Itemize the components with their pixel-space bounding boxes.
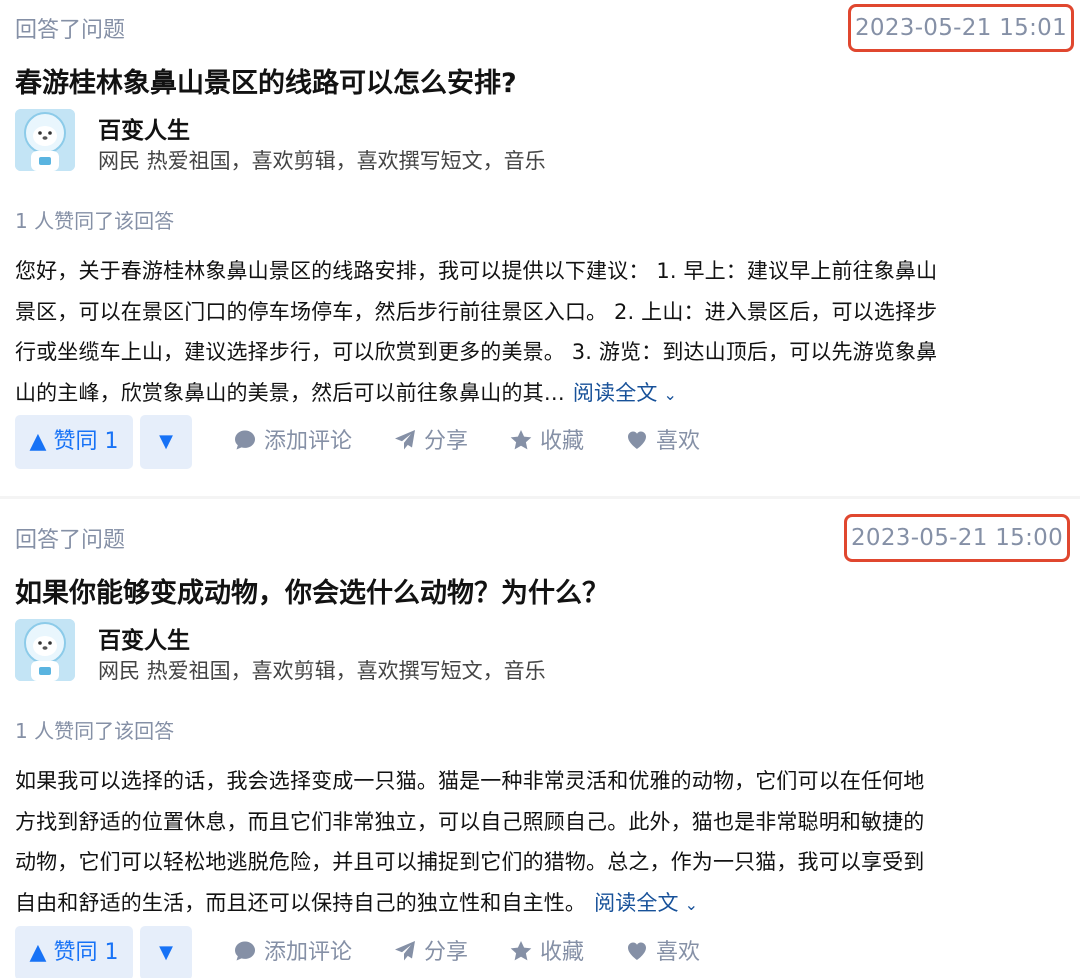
activity-label: 回答了问题 [15, 18, 126, 43]
star-icon [509, 419, 533, 450]
question-title[interactable]: 春游桂林象鼻山景区的线路可以怎么安排? [15, 61, 517, 100]
like-button[interactable]: 喜欢 [625, 926, 700, 978]
upvote-button[interactable]: ▲ 赞同 1 [15, 415, 133, 469]
heart-icon [625, 419, 649, 449]
excerpt-line: 动物，它们可以轻松地逃脱危险，并且可以捕捉到它们的猎物。总之，作为一只猫，我可以… [15, 850, 925, 874]
comment-icon [233, 419, 257, 450]
excerpt-text: 山的主峰，欣赏象鼻山的美景，然后可以前往象鼻山的其… [15, 380, 565, 405]
read-more-label: 阅读全文 [572, 380, 658, 405]
author-bio: 网民 热爱祖国，喜欢剪辑，喜欢撰写短文，音乐 [98, 659, 546, 683]
avatar[interactable] [15, 619, 75, 681]
activity-label: 回答了问题 [15, 528, 126, 553]
comment-label: 添加评论 [264, 940, 353, 965]
comment-label: 添加评论 [264, 429, 353, 454]
excerpt-line: 如果我可以选择的话，我会选择变成一只猫。猫是一种非常灵活和优雅的动物，它们可以在… [15, 769, 925, 793]
upvote-count-text: 1 人赞同了该回答 [15, 209, 175, 233]
read-more-label: 阅读全文 [594, 890, 679, 915]
avatar[interactable] [15, 109, 75, 171]
star-icon [509, 930, 533, 961]
like-label: 喜欢 [656, 429, 701, 454]
read-more-link[interactable]: 阅读全文 ⌄ [594, 891, 698, 915]
favorite-label: 收藏 [540, 940, 585, 965]
chevron-down-icon: ⌄ [663, 384, 678, 404]
like-button[interactable]: 喜欢 [625, 415, 700, 469]
excerpt-line-last: 山的主峰，欣赏象鼻山的美景，然后可以前往象鼻山的其… 阅读全文 ⌄ [15, 373, 1065, 416]
excerpt-line: 景区，可以在景区门口的停车场停车，然后步行前往景区入口。 2. 上山：进入景区后… [15, 299, 938, 324]
downvote-button[interactable]: ▼ [140, 415, 192, 469]
share-button[interactable]: 分享 [393, 415, 468, 469]
card-divider [0, 496, 1080, 499]
chevron-down-icon: ⌄ [684, 894, 699, 914]
answer-card: 回答了问题 2023-05-21 15:01 春游桂林象鼻山景区的线路可以怎么安… [0, 0, 1080, 490]
author-bio: 网民 热爱祖国，喜欢剪辑，喜欢撰写短文，音乐 [98, 149, 546, 173]
excerpt-text: 自由和舒适的生活，而且还可以保持自己的独立性和自主性。 [15, 890, 587, 915]
excerpt-line-last: 自由和舒适的生活，而且还可以保持自己的独立性和自主性。 阅读全文 ⌄ [15, 883, 1065, 926]
timestamp-highlighted: 2023-05-21 15:00 [844, 514, 1070, 562]
paper-plane-icon [393, 419, 417, 450]
paper-plane-icon [393, 930, 417, 961]
favorite-label: 收藏 [540, 429, 585, 454]
downvote-button[interactable]: ▼ [140, 926, 192, 978]
answer-excerpt[interactable]: 您好，关于春游桂林象鼻山景区的线路安排，我可以提供以下建议： 1. 早上：建议早… [15, 251, 1065, 415]
comment-button[interactable]: 添加评论 [233, 926, 352, 978]
comment-icon [233, 930, 257, 961]
favorite-button[interactable]: 收藏 [509, 415, 584, 469]
answer-excerpt[interactable]: 如果我可以选择的话，我会选择变成一只猫。猫是一种非常灵活和优雅的动物，它们可以在… [15, 761, 1065, 925]
upvote-button[interactable]: ▲ 赞同 1 [15, 926, 133, 978]
excerpt-line: 方找到舒适的位置休息，而且它们非常独立，可以自己照顾自己。此外，猫也是非常聪明和… [15, 809, 925, 834]
author-info: 百变人生 网民 热爱祖国，喜欢剪辑，喜欢撰写短文，音乐 [15, 619, 1065, 683]
author-name[interactable]: 百变人生 [98, 621, 190, 655]
excerpt-line: 行或坐缆车上山，建议选择步行，可以欣赏到更多的美景。 3. 游览：到达山顶后，可… [15, 340, 938, 364]
heart-icon [625, 930, 649, 960]
question-title[interactable]: 如果你能够变成动物，你会选什么动物？为什么？ [15, 571, 609, 610]
answer-card: 回答了问题 2023-05-21 15:00 如果你能够变成动物，你会选什么动物… [0, 510, 1080, 978]
action-bar: ▲ 赞同 1 ▼ 添加评论 分享 收藏 喜欢 [15, 415, 1065, 469]
comment-button[interactable]: 添加评论 [233, 415, 352, 469]
author-name[interactable]: 百变人生 [98, 111, 190, 145]
author-info: 百变人生 网民 热爱祖国，喜欢剪辑，喜欢撰写短文，音乐 [15, 109, 1065, 173]
like-label: 喜欢 [656, 940, 701, 965]
share-label: 分享 [424, 429, 469, 454]
excerpt-line: 您好，关于春游桂林象鼻山景区的线路安排，我可以提供以下建议： 1. 早上：建议早… [15, 259, 938, 283]
upvote-count-text: 1 人赞同了该回答 [15, 719, 175, 743]
action-bar: ▲ 赞同 1 ▼ 添加评论 分享 收藏 喜欢 [15, 926, 1065, 978]
timestamp-highlighted: 2023-05-21 15:01 [848, 4, 1074, 52]
read-more-link[interactable]: 阅读全文 ⌄ [573, 381, 677, 405]
favorite-button[interactable]: 收藏 [509, 926, 584, 978]
share-button[interactable]: 分享 [393, 926, 468, 978]
share-label: 分享 [424, 940, 469, 965]
